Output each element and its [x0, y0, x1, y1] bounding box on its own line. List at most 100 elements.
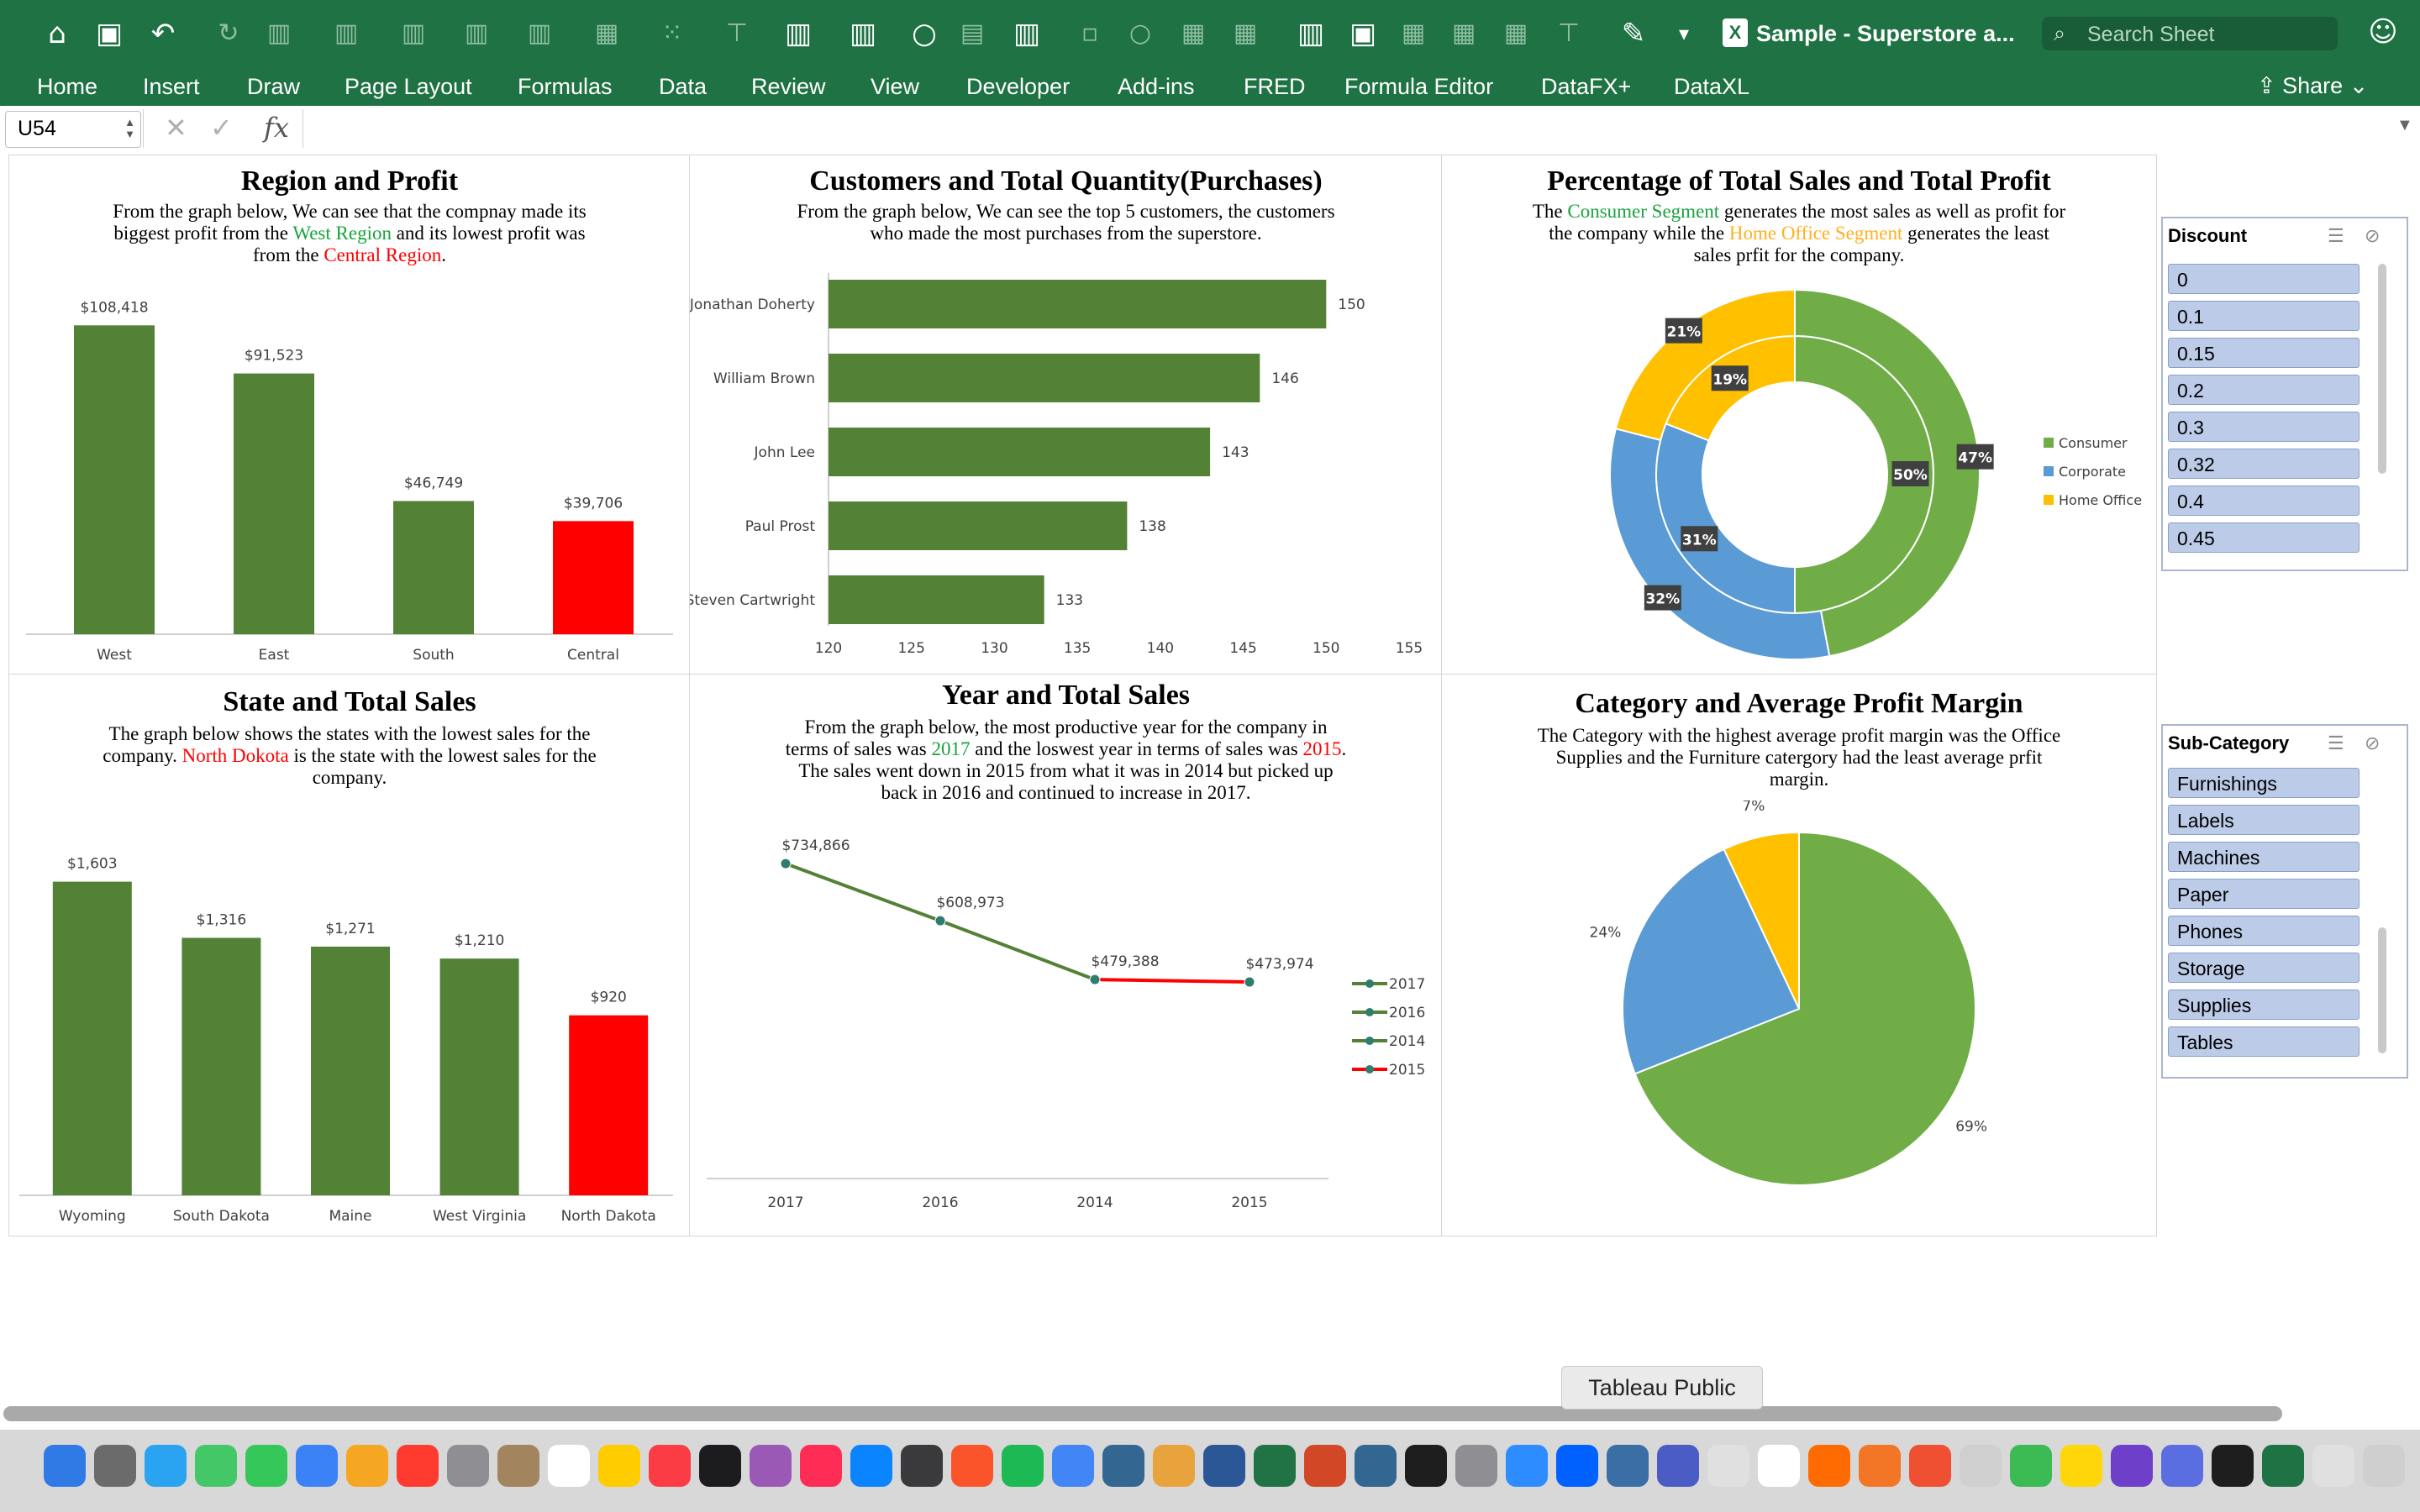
chart-icon[interactable]: ▦: [1227, 15, 1264, 52]
app-icon[interactable]: [1304, 1445, 1346, 1487]
app-icon[interactable]: [145, 1445, 187, 1487]
app-icon[interactable]: [800, 1445, 842, 1487]
tab-datafx[interactable]: DataFX+: [1541, 67, 1631, 106]
category-margin-panel[interactable]: Category and Average Profit Margin The C…: [1441, 674, 2157, 1236]
app-icon[interactable]: [951, 1445, 993, 1487]
slicer-item[interactable]: 0: [2168, 264, 2360, 294]
app-icon[interactable]: [1052, 1445, 1094, 1487]
tab-fred[interactable]: FRED: [1244, 67, 1306, 106]
app-icon[interactable]: [1758, 1445, 1800, 1487]
slicer-item[interactable]: Paper: [2168, 879, 2360, 909]
tab-page-layout[interactable]: Page Layout: [345, 67, 472, 106]
tab-dataxl[interactable]: DataXL: [1674, 67, 1749, 106]
slicer-item[interactable]: 0.4: [2168, 486, 2360, 516]
app-icon[interactable]: [497, 1445, 539, 1487]
app-icon[interactable]: [2262, 1445, 2304, 1487]
app-icon[interactable]: [44, 1445, 86, 1487]
discount-slicer[interactable]: Discount ☰ ⊘ 0 0.1 0.15 0.2 0.3 0.32 0.4…: [2161, 217, 2408, 571]
app-icon[interactable]: [1002, 1445, 1044, 1487]
app-icon[interactable]: [2161, 1445, 2203, 1487]
save-icon[interactable]: ▣: [91, 15, 128, 52]
app-icon[interactable]: [1506, 1445, 1548, 1487]
shape-icon[interactable]: ○: [1122, 15, 1159, 52]
app-icon[interactable]: [2010, 1445, 2052, 1487]
chart-icon[interactable]: ▣: [1344, 15, 1381, 52]
customize-toolbar-icon[interactable]: ▾: [1665, 15, 1702, 52]
formula-input[interactable]: [311, 111, 2386, 144]
app-icon[interactable]: [1960, 1445, 2002, 1487]
app-icon[interactable]: [1607, 1445, 1649, 1487]
chart-icon[interactable]: ▦: [1445, 15, 1482, 52]
slicer-item[interactable]: Furnishings: [2168, 768, 2360, 798]
chart-icon[interactable]: ▦: [1175, 15, 1212, 52]
slicer-item[interactable]: 0.1: [2168, 301, 2360, 331]
table-icon[interactable]: ▤: [954, 15, 991, 52]
app-icon[interactable]: [1909, 1445, 1951, 1487]
redo-icon[interactable]: ↻: [210, 15, 247, 52]
tab-formula-editor[interactable]: Formula Editor: [1344, 67, 1493, 106]
app-icon[interactable]: [2060, 1445, 2102, 1487]
app-icon[interactable]: [397, 1445, 439, 1487]
app-icon[interactable]: [699, 1445, 741, 1487]
app-icon[interactable]: [598, 1445, 640, 1487]
slicer-item[interactable]: 0.15: [2168, 338, 2360, 368]
search-sheet-box[interactable]: ⌕: [2042, 17, 2338, 50]
app-icon[interactable]: [2312, 1445, 2354, 1487]
app-icon[interactable]: [245, 1445, 287, 1487]
clear-filter-icon[interactable]: ⊘: [2365, 225, 2380, 247]
chart-icon[interactable]: ▥: [458, 15, 495, 52]
bar-chart-icon[interactable]: ▥: [844, 15, 881, 52]
scatter-icon[interactable]: ⁙: [654, 15, 691, 52]
search-input[interactable]: [2086, 20, 2333, 49]
app-icon[interactable]: [1102, 1445, 1144, 1487]
tab-add-ins[interactable]: Add-ins: [1118, 67, 1195, 106]
slicer-item[interactable]: Phones: [2168, 916, 2360, 946]
app-icon[interactable]: [850, 1445, 892, 1487]
tab-data[interactable]: Data: [659, 67, 707, 106]
slicer-item[interactable]: 0.2: [2168, 375, 2360, 405]
subcategory-slicer[interactable]: Sub-Category ☰ ⊘ Furnishings Labels Mach…: [2161, 724, 2408, 1079]
app-icon[interactable]: [1153, 1445, 1195, 1487]
app-icon[interactable]: [2363, 1445, 2405, 1487]
app-icon[interactable]: [1455, 1445, 1497, 1487]
clear-filter-icon[interactable]: ⊘: [2365, 732, 2380, 754]
app-icon[interactable]: [901, 1445, 943, 1487]
app-icon[interactable]: [2111, 1445, 2153, 1487]
chart-icon[interactable]: ▥: [521, 15, 558, 52]
slicer-item[interactable]: Tables: [2168, 1026, 2360, 1057]
chart-icon[interactable]: ⊤: [1550, 15, 1587, 52]
app-icon[interactable]: [548, 1445, 590, 1487]
app-icon[interactable]: [1859, 1445, 1901, 1487]
slicer-scrollbar[interactable]: [2378, 264, 2386, 474]
app-icon[interactable]: [1556, 1445, 1598, 1487]
slicer-item[interactable]: Machines: [2168, 842, 2360, 872]
customers-quantity-panel[interactable]: Customers and Total Quantity(Purchases) …: [689, 155, 1443, 675]
app-icon[interactable]: [649, 1445, 691, 1487]
insert-function-icon[interactable]: fx: [264, 111, 289, 144]
slicer-item[interactable]: 0.32: [2168, 449, 2360, 479]
app-icon[interactable]: [750, 1445, 792, 1487]
tab-developer[interactable]: Developer: [966, 67, 1070, 106]
account-icon[interactable]: ☺: [2365, 13, 2402, 50]
tab-view[interactable]: View: [871, 67, 919, 106]
bar-chart-icon[interactable]: ▥: [780, 15, 817, 52]
state-sales-panel[interactable]: State and Total Sales The graph below sh…: [8, 674, 691, 1236]
tab-insert[interactable]: Insert: [143, 67, 200, 106]
edit-icon[interactable]: ✎: [1615, 15, 1652, 52]
slicer-item[interactable]: Labels: [2168, 805, 2360, 835]
chart-icon[interactable]: ▥: [395, 15, 432, 52]
chart-icon[interactable]: ▥: [1292, 15, 1329, 52]
segment-sales-profit-panel[interactable]: Percentage of Total Sales and Total Prof…: [1441, 155, 2157, 675]
cancel-icon[interactable]: ✕: [165, 111, 187, 144]
share-button[interactable]: ⇪ Share ⌄: [2257, 69, 2368, 102]
tab-review[interactable]: Review: [751, 67, 826, 106]
tab-formulas[interactable]: Formulas: [518, 67, 613, 106]
chart-icon[interactable]: ▦: [1497, 15, 1534, 52]
slicer-scrollbar[interactable]: [2378, 927, 2386, 1053]
app-icon[interactable]: [195, 1445, 237, 1487]
multi-select-icon[interactable]: ☰: [2328, 732, 2344, 754]
undo-icon[interactable]: ↶: [145, 15, 182, 52]
region-profit-panel[interactable]: Region and Profit From the graph below, …: [8, 155, 691, 675]
chart-icon[interactable]: ▥: [260, 15, 297, 52]
year-sales-panel[interactable]: Year and Total Sales From the graph belo…: [689, 674, 1443, 1236]
